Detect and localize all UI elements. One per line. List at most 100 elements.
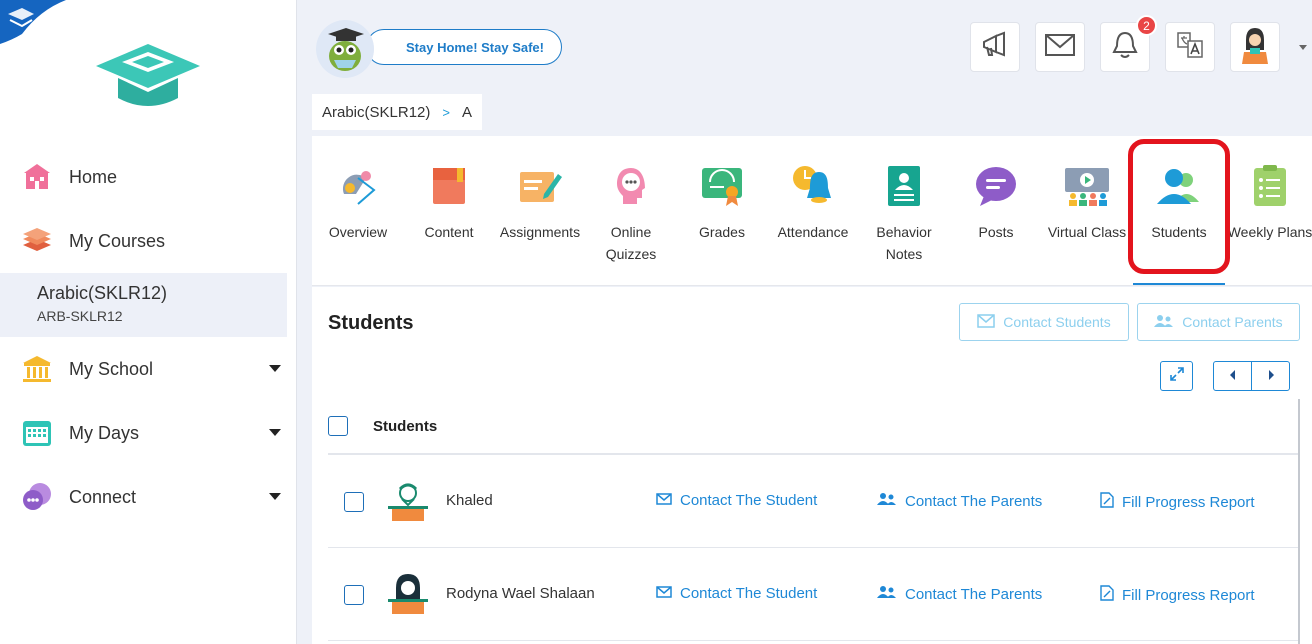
select-all-checkbox[interactable] xyxy=(328,416,348,436)
top-bar: Stay Home! Stay Safe! 2 Arabic(SKLR12) >… xyxy=(298,0,1312,136)
tab-label: Attendance xyxy=(777,224,849,240)
tab-label: Virtual Class xyxy=(1047,224,1127,240)
tab-behavior-notes[interactable]: Behavior Notes xyxy=(858,136,950,285)
chat-icon xyxy=(20,480,54,514)
id-card-icon xyxy=(888,166,920,206)
students-panel: Students Contact Students Contact Parent… xyxy=(312,287,1312,644)
sidebar-course-arabic[interactable]: Arabic(SKLR12) ARB-SKLR12 xyxy=(0,273,287,337)
course-code: ARB-SKLR12 xyxy=(37,308,123,324)
home-icon xyxy=(20,160,54,194)
button-label: Contact Students xyxy=(1003,314,1111,330)
link-label: Contact The Student xyxy=(680,492,818,509)
sidebar-item-my-days[interactable]: My Days xyxy=(0,401,297,465)
notifications-button[interactable]: 2 xyxy=(1100,15,1157,72)
table-row: Khaled Contact The Student Contact The P… xyxy=(328,455,1298,548)
student-avatar-icon xyxy=(388,483,428,521)
tab-label: Posts xyxy=(978,224,1014,240)
students-table: Students Khaled Contact The Student Cont… xyxy=(328,399,1298,641)
sidebar-item-label: My Days xyxy=(69,422,140,443)
report-icon xyxy=(1100,585,1114,605)
fill-progress-report-link[interactable]: Fill Progress Report xyxy=(1100,585,1255,605)
sidebar-item-label: My Courses xyxy=(69,230,166,251)
parents-icon xyxy=(877,492,897,510)
link-label: Fill Progress Report xyxy=(1122,586,1255,604)
course-title: Arabic(SKLR12) xyxy=(37,283,168,303)
tab-grades[interactable]: Grades xyxy=(676,136,768,285)
sidebar-item-label: My School xyxy=(69,358,154,379)
breadcrumb-separator: > xyxy=(442,104,450,120)
contact-student-link[interactable]: Contact The Student xyxy=(656,585,817,602)
sidebar-item-my-school[interactable]: My School xyxy=(0,337,297,401)
contact-parents-link[interactable]: Contact The Parents xyxy=(877,585,1042,603)
messages-button[interactable] xyxy=(1035,22,1085,72)
contact-parents-button[interactable]: Contact Parents xyxy=(1137,303,1300,341)
chevron-down-icon[interactable] xyxy=(269,365,281,372)
row-checkbox[interactable] xyxy=(344,492,364,512)
student-avatar-icon xyxy=(388,574,428,614)
student-name: Rodyna Wael Shalaan xyxy=(446,585,595,602)
scroll-right-button[interactable] xyxy=(1251,361,1290,391)
scroll-left-button[interactable] xyxy=(1213,361,1252,391)
contact-student-link[interactable]: Contact The Student xyxy=(656,492,817,509)
chevron-down-icon[interactable] xyxy=(269,493,281,500)
breadcrumb-course[interactable]: Arabic(SKLR12) xyxy=(322,104,430,121)
contact-students-button[interactable]: Contact Students xyxy=(959,303,1129,341)
tab-posts[interactable]: Posts xyxy=(950,136,1042,285)
quiz-head-icon xyxy=(617,168,645,204)
chevron-right-icon xyxy=(1267,367,1275,385)
avatar xyxy=(1238,26,1272,69)
table-header: Students xyxy=(328,399,1298,455)
sidebar-nav: Home My Courses Arabic(SKLR12) ARB-SKLR1… xyxy=(0,145,297,529)
tab-weekly-plans[interactable]: Weekly Plans xyxy=(1224,136,1312,285)
tab-label: Assignments xyxy=(499,224,581,240)
sidebar-item-connect[interactable]: Connect xyxy=(0,465,297,529)
sidebar-item-my-courses[interactable]: My Courses xyxy=(0,209,297,273)
mascot-avatar xyxy=(316,20,374,78)
link-label: Contact The Parents xyxy=(905,492,1043,510)
mail-icon xyxy=(656,585,672,602)
table-row: Rodyna Wael Shalaan Contact The Student … xyxy=(328,548,1298,641)
student-name: Khaled xyxy=(446,492,493,509)
assignment-icon xyxy=(520,172,562,202)
school-logo-icon[interactable] xyxy=(92,40,204,112)
row-checkbox[interactable] xyxy=(344,585,364,605)
tab-label: Behavior Notes xyxy=(876,224,932,262)
tab-overview[interactable]: Overview xyxy=(312,136,404,285)
button-label: Contact Parents xyxy=(1182,314,1283,330)
sidebar-item-label: Home xyxy=(69,166,118,187)
mail-icon xyxy=(656,492,672,509)
fill-progress-report-link[interactable]: Fill Progress Report xyxy=(1100,492,1255,512)
tab-label: Overview xyxy=(328,224,388,240)
megaphone-icon xyxy=(980,30,1010,65)
sidebar-item-home[interactable]: Home xyxy=(0,145,297,209)
expand-button[interactable] xyxy=(1160,361,1193,391)
tab-label: Online Quizzes xyxy=(605,224,657,262)
page-title: Students xyxy=(328,312,414,334)
chevron-left-icon xyxy=(1229,367,1237,385)
tab-label: Weekly Plans xyxy=(1227,224,1312,240)
table-scrollbar[interactable] xyxy=(1298,399,1300,644)
tab-assignments[interactable]: Assignments xyxy=(494,136,586,285)
tab-content[interactable]: Content xyxy=(403,136,495,285)
calendar-icon xyxy=(20,416,54,450)
announcements-button[interactable] xyxy=(970,22,1020,72)
contact-parents-link[interactable]: Contact The Parents xyxy=(877,492,1042,510)
link-label: Contact The Student xyxy=(680,585,818,602)
breadcrumb: Arabic(SKLR12) > A xyxy=(312,94,482,130)
tab-attendance[interactable]: Attendance xyxy=(767,136,859,285)
chevron-down-icon[interactable] xyxy=(269,429,281,436)
speech-bubble-icon xyxy=(976,167,1016,206)
stay-safe-banner[interactable]: Stay Home! Stay Safe! xyxy=(366,29,562,65)
language-button[interactable] xyxy=(1165,22,1215,72)
app-corner-logo-icon[interactable] xyxy=(0,0,66,46)
bell-clock-icon xyxy=(793,166,831,203)
user-avatar-button[interactable] xyxy=(1230,22,1280,72)
tab-virtual-class[interactable]: Virtual Class xyxy=(1041,136,1133,285)
translate-icon xyxy=(1175,30,1205,65)
book-icon xyxy=(433,168,465,204)
expand-icon xyxy=(1169,366,1184,386)
tab-online-quizzes[interactable]: Online Quizzes xyxy=(585,136,677,285)
students-tab-highlight xyxy=(1128,139,1230,274)
virtual-class-icon xyxy=(1065,168,1109,206)
chevron-down-icon[interactable] xyxy=(1299,45,1307,50)
